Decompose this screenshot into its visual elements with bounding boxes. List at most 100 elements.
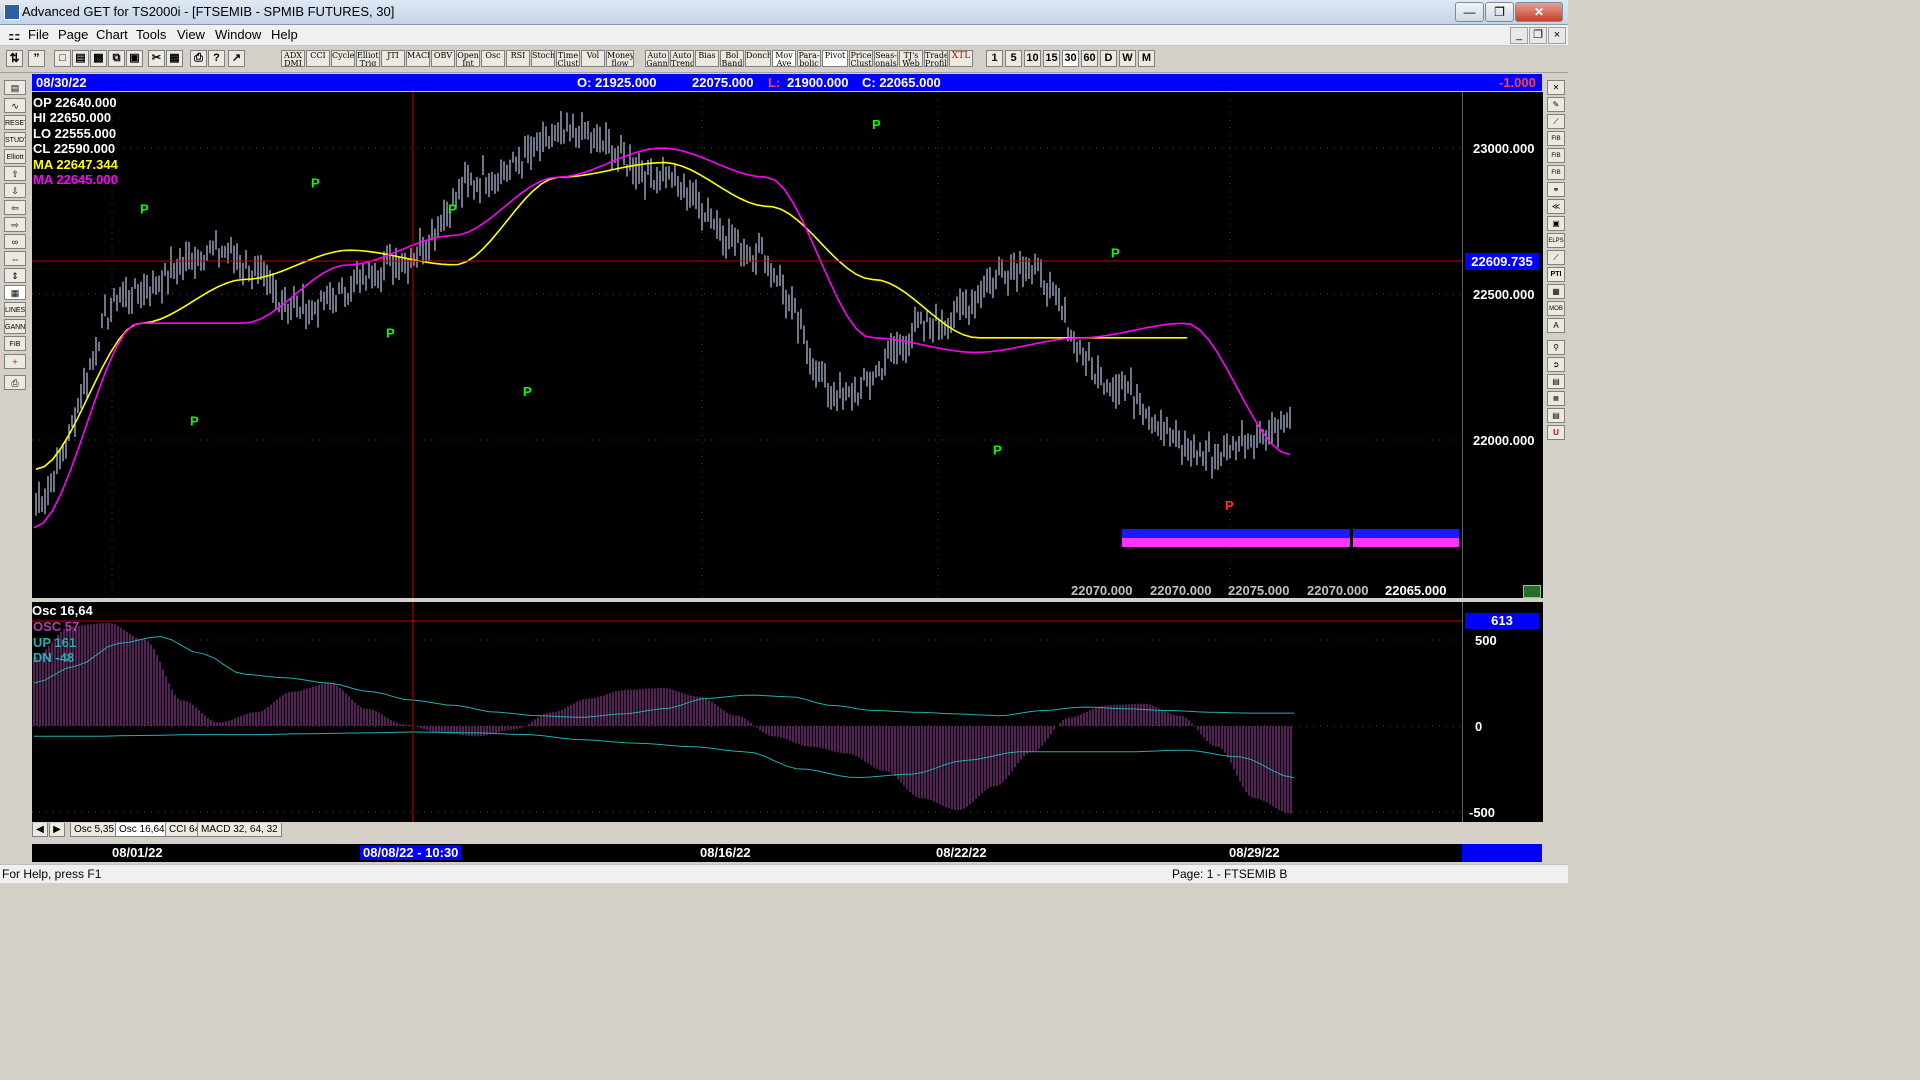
info-icon[interactable]: ? xyxy=(208,50,225,67)
crosshair-icon[interactable]: + xyxy=(4,354,26,369)
study-bias-button[interactable]: Bias xyxy=(695,50,719,67)
mdi-restore-button[interactable]: ❐ xyxy=(1529,27,1547,44)
zoom-icon[interactable]: ⚲ xyxy=(1547,340,1565,355)
study-stoch-button[interactable]: Stoch xyxy=(531,50,555,67)
reset-icon[interactable]: RESET xyxy=(4,115,26,130)
study-cci-button[interactable]: CCI xyxy=(306,50,330,67)
study-mov-ave-button[interactable]: Mov Ave xyxy=(772,50,796,67)
close-button[interactable]: ✕ xyxy=(1515,2,1563,22)
study-open-int-button[interactable]: Open Int xyxy=(456,50,480,67)
menu-page[interactable]: Page xyxy=(58,27,88,42)
interval-weekly-button[interactable]: W xyxy=(1119,50,1136,67)
study-vol-button[interactable]: Vol xyxy=(581,50,605,67)
study-seasonals-button[interactable]: Seas-onals xyxy=(874,50,898,67)
quote-tool-icon[interactable]: ” xyxy=(28,50,45,67)
elliott-icon[interactable]: Elliott xyxy=(4,149,26,164)
zigzag-icon[interactable]: ∿ xyxy=(4,98,26,113)
study-adx-dmi-button[interactable]: ADX DMI xyxy=(281,50,305,67)
arrow-right-icon[interactable]: ⇨ xyxy=(4,217,26,232)
study-auto-trend-button[interactable]: Auto Trend xyxy=(670,50,694,67)
study-time-clust-button[interactable]: Time Clust xyxy=(556,50,580,67)
open-icon[interactable]: ▤ xyxy=(72,50,89,67)
study-cycles-button[interactable]: Cycles xyxy=(331,50,355,67)
fib-icon[interactable]: FIB xyxy=(4,336,26,351)
lines-icon[interactable]: LINES xyxy=(4,302,26,317)
menu-tools[interactable]: Tools xyxy=(136,27,166,42)
study-money-flow-button[interactable]: Money flow xyxy=(606,50,634,67)
expand-vertical-icon[interactable]: ⇕ xyxy=(4,268,26,283)
fan-icon[interactable]: ≪ xyxy=(1547,199,1565,214)
grid-icon[interactable]: ▦ xyxy=(166,50,183,67)
study-obv-button[interactable]: OBV xyxy=(431,50,455,67)
window-icon[interactable]: ▣ xyxy=(126,50,143,67)
pti-icon[interactable]: PTI xyxy=(1547,267,1565,282)
calc-icon[interactable]: ▦ xyxy=(1547,391,1565,406)
close-draw-icon[interactable]: ✕ xyxy=(1547,80,1565,95)
study-macd-button[interactable]: MACD xyxy=(406,50,430,67)
grid-small-icon[interactable]: ▦ xyxy=(1547,284,1565,299)
fib-ext-icon[interactable]: FIB EXT xyxy=(1547,148,1565,163)
menu-help[interactable]: Help xyxy=(271,27,298,42)
undo-icon[interactable]: U xyxy=(1547,425,1565,440)
tab-osc-5-35[interactable]: Osc 5,35 xyxy=(70,823,119,837)
study-pivot-button[interactable]: Pivot xyxy=(822,50,848,67)
interval-1-button[interactable]: 1 xyxy=(986,50,1003,67)
ellipse-icon[interactable]: ELPS xyxy=(1547,233,1565,248)
mdi-close-button[interactable]: × xyxy=(1548,27,1566,44)
cursor-tool-icon[interactable]: ⇅ xyxy=(6,50,23,67)
mob-icon[interactable]: MOB xyxy=(1547,301,1565,316)
study-rsi-button[interactable]: RSI xyxy=(506,50,530,67)
eraser-icon[interactable]: ➲ xyxy=(1547,357,1565,372)
menu-file[interactable]: File xyxy=(28,27,49,42)
interval-daily-button[interactable]: D xyxy=(1100,50,1117,67)
arrow-down-icon[interactable]: ⇩ xyxy=(4,183,26,198)
interval-30-button[interactable]: 30 xyxy=(1062,50,1079,67)
study-tjs-web-button[interactable]: TJ's Web xyxy=(899,50,923,67)
open-chart-icon[interactable]: ▤ xyxy=(4,80,26,95)
interval-60-button[interactable]: 60 xyxy=(1081,50,1098,67)
study-auto-gann-button[interactable]: Auto Gann xyxy=(645,50,669,67)
menu-chart[interactable]: Chart xyxy=(96,27,128,42)
study-bol-band-button[interactable]: Bol Band xyxy=(720,50,744,67)
interval-monthly-button[interactable]: M xyxy=(1138,50,1155,67)
study-parabolic-button[interactable]: Para-bolic xyxy=(797,50,821,67)
arc-icon[interactable]: ⚭ xyxy=(1547,182,1565,197)
study-jti-button[interactable]: JTI xyxy=(381,50,405,67)
mdi-minimize-button[interactable]: _ xyxy=(1510,27,1528,44)
pencil-icon[interactable]: ✎ xyxy=(1547,97,1565,112)
print-icon[interactable]: ⎙ xyxy=(190,50,207,67)
fib-time-icon[interactable]: FIB TIME xyxy=(1547,165,1565,180)
tab-scroll-right-icon[interactable]: ▶ xyxy=(49,823,65,837)
arrow-left-icon[interactable]: ⇦ xyxy=(4,200,26,215)
interval-5-button[interactable]: 5 xyxy=(1005,50,1022,67)
study-icon[interactable]: STUDY xyxy=(4,132,26,147)
expand-horizontal-icon[interactable]: ⇔ xyxy=(4,251,26,266)
chart-corner-icon[interactable] xyxy=(1523,585,1541,598)
diagonal-line-icon[interactable]: ⟋ xyxy=(1547,114,1565,129)
arrow-up-icon[interactable]: ⇧ xyxy=(4,166,26,181)
trendline-icon[interactable]: ⟋ xyxy=(1547,250,1565,265)
study-price-clust-button[interactable]: Price Clust xyxy=(849,50,873,67)
ruler-icon[interactable]: ▤ xyxy=(1547,374,1565,389)
new-icon[interactable]: □ xyxy=(54,50,71,67)
price-chart-pane[interactable]: P P P P P P P P P P OP 22640.000 HI 22650.000 LO … xyxy=(32,92,1462,598)
cut-icon[interactable]: ✂ xyxy=(148,50,165,67)
rectangle-icon[interactable]: ▣ xyxy=(1547,216,1565,231)
maximize-button[interactable]: ❐ xyxy=(1485,2,1514,22)
study-osc-button[interactable]: Osc xyxy=(481,50,505,67)
help-pointer-icon[interactable]: ↗ xyxy=(228,50,245,67)
grid-toggle-icon[interactable]: ▦ xyxy=(4,285,26,300)
interval-15-button[interactable]: 15 xyxy=(1043,50,1060,67)
minimize-button[interactable]: — xyxy=(1455,2,1484,22)
interval-10-button[interactable]: 10 xyxy=(1024,50,1041,67)
notes-icon[interactable]: ▤ xyxy=(1547,408,1565,423)
study-xtl-button[interactable]: XTL xyxy=(949,50,973,67)
fib-ret-icon[interactable]: FIB RET xyxy=(1547,131,1565,146)
tab-osc-16-64[interactable]: Osc 16,64 xyxy=(115,823,169,837)
print-page-icon[interactable]: ⎙ xyxy=(4,375,26,390)
menu-window[interactable]: Window xyxy=(215,27,261,42)
compress-icon[interactable]: ∞ xyxy=(4,234,26,249)
tab-scroll-left-icon[interactable]: ◀ xyxy=(32,823,48,837)
gann-icon[interactable]: GANN xyxy=(4,319,26,334)
tab-macd[interactable]: MACD 32, 64, 32 xyxy=(197,823,282,837)
